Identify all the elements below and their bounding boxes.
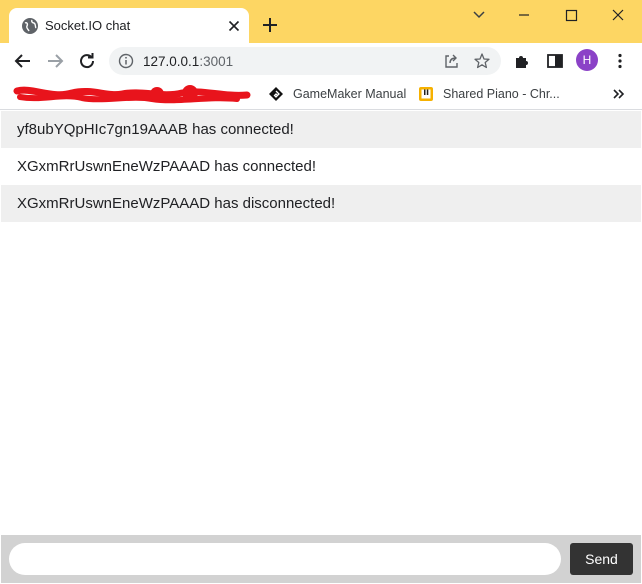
reload-icon[interactable] (75, 49, 99, 73)
window-close-icon[interactable] (604, 4, 632, 26)
bookmark-gamemaker-manual[interactable]: GameMaker Manual (268, 85, 406, 103)
gamemaker-icon (269, 87, 283, 101)
chevron-double-right-icon[interactable] (610, 85, 628, 103)
bookmarks-bar: GameMaker Manual Shared Piano - Chr... (0, 79, 642, 110)
url-host: 127.0.0.1 (143, 54, 200, 69)
bookmark-label: GameMaker Manual (293, 87, 407, 101)
chat-page: yf8ubYQpHIc7gn19AAAB has connected! XGxm… (1, 111, 641, 583)
browser-titlebar: Socket.IO chat (0, 0, 642, 43)
message-list: yf8ubYQpHIc7gn19AAAB has connected! XGxm… (1, 111, 641, 222)
profile-avatar[interactable]: H (576, 49, 598, 71)
share-icon[interactable] (442, 52, 460, 70)
shared-piano-icon (419, 87, 433, 101)
tab-socketio-chat[interactable]: Socket.IO chat (9, 8, 249, 43)
message-item: XGxmRrUswnEneWzPAAAD has disconnected! (1, 185, 641, 222)
puzzle-extensions-icon[interactable] (512, 51, 532, 71)
maximize-icon[interactable] (557, 4, 585, 26)
bookmark-shared-piano[interactable]: Shared Piano - Chr... (418, 85, 560, 103)
side-panel-icon[interactable] (545, 51, 565, 71)
browser-toolbar: 127.0.0.1:3001 H (0, 43, 642, 79)
address-bar[interactable]: 127.0.0.1:3001 (109, 47, 501, 75)
new-tab-plus-icon[interactable] (259, 14, 281, 36)
kebab-menu-icon[interactable] (610, 51, 630, 71)
message-input[interactable] (9, 543, 561, 575)
minimize-icon[interactable] (510, 4, 538, 26)
url-port: :3001 (199, 54, 234, 69)
bookmark-label: Shared Piano - Chr... (443, 87, 560, 101)
close-icon[interactable] (225, 17, 243, 35)
url-text: 127.0.0.1:3001 (143, 53, 233, 70)
globe-icon (22, 18, 38, 34)
chat-form: Send (1, 535, 641, 583)
message-item: XGxmRrUswnEneWzPAAAD has connected! (17, 158, 316, 175)
info-icon[interactable] (118, 53, 134, 69)
forward-arrow-icon[interactable] (43, 49, 67, 73)
back-arrow-icon[interactable] (11, 49, 35, 73)
redacted-bookmarks-scribble (13, 85, 251, 104)
message-item: yf8ubYQpHIc7gn19AAAB has connected! (1, 111, 641, 148)
tab-title: Socket.IO chat (45, 18, 131, 33)
send-button[interactable]: Send (570, 543, 633, 575)
chevron-down-icon[interactable] (465, 4, 493, 26)
star-icon[interactable] (473, 52, 491, 70)
